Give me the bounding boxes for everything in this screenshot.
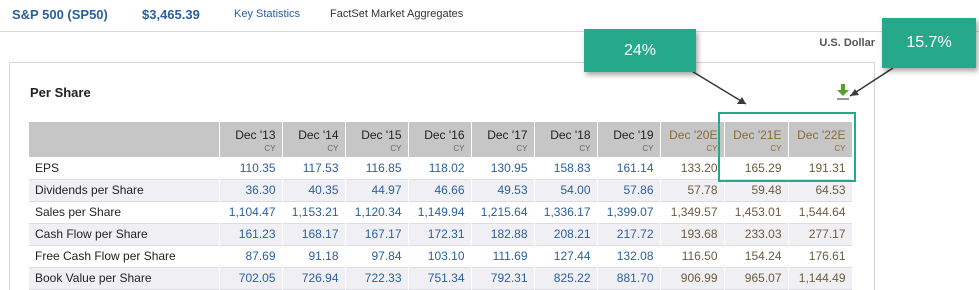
column-header: Dec '16 CY — [408, 122, 472, 157]
row-label: Sales per Share — [29, 201, 220, 223]
table-cell: 1,336.17 — [534, 201, 598, 223]
table-cell: 103.10 — [408, 245, 472, 267]
table-cell-estimate: 1,144.49 — [788, 267, 853, 289]
ticker-symbol: S&P 500 (SP50) — [12, 7, 108, 22]
panel-title: Per Share — [30, 85, 91, 100]
row-label: Book Value per Share — [29, 267, 220, 289]
row-label: Free Cash Flow per Share — [29, 245, 220, 267]
table-cell-estimate: 64.53 — [788, 179, 853, 201]
table-cell: 1,399.07 — [597, 201, 661, 223]
table-cell-estimate: 193.68 — [660, 223, 725, 245]
download-icon[interactable] — [836, 83, 850, 101]
table-cell: 127.44 — [534, 245, 598, 267]
column-header: Dec '14 CY — [282, 122, 346, 157]
table-cell: 1,215.64 — [471, 201, 535, 223]
table-cell: 161.23 — [219, 223, 283, 245]
table-cell: 1,104.47 — [219, 201, 283, 223]
estimate-highlight-box — [718, 112, 856, 182]
table-cell: 46.66 — [408, 179, 472, 201]
table-cell: 168.17 — [282, 223, 346, 245]
table-cell-estimate: 176.61 — [788, 245, 853, 267]
table-cell: 49.53 — [471, 179, 535, 201]
table-row: Sales per Share 1,104.47 1,153.21 1,120.… — [29, 201, 853, 223]
table-cell: 91.18 — [282, 245, 346, 267]
table-row: Dividends per Share 36.30 40.35 44.97 46… — [29, 179, 853, 201]
top-bar: S&P 500 (SP50) $3,465.39 Key Statistics … — [0, 0, 979, 32]
table-cell-estimate: 116.50 — [660, 245, 725, 267]
table-cell: 167.17 — [345, 223, 409, 245]
table-cell-estimate: 1,349.57 — [660, 201, 725, 223]
table-cell-estimate: 965.07 — [724, 267, 789, 289]
table-cell: 1,153.21 — [282, 201, 346, 223]
table-cell-estimate: 233.03 — [724, 223, 789, 245]
column-header: Dec '13 CY — [219, 122, 283, 157]
column-header: Dec '17 CY — [471, 122, 535, 157]
table-cell-estimate: 277.17 — [788, 223, 853, 245]
table-cell: 97.84 — [345, 245, 409, 267]
table-cell: 87.69 — [219, 245, 283, 267]
table-cell: 57.86 — [597, 179, 661, 201]
table-cell: 116.85 — [345, 157, 409, 179]
growth-callout-15-7: 15.7% — [882, 18, 976, 68]
table-cell: 792.31 — [471, 267, 535, 289]
column-header: Dec '19 CY — [597, 122, 661, 157]
table-cell: 881.70 — [597, 267, 661, 289]
table-cell: 702.05 — [219, 267, 283, 289]
table-cell: 208.21 — [534, 223, 598, 245]
table-cell-estimate: 1,544.64 — [788, 201, 853, 223]
table-cell: 36.30 — [219, 179, 283, 201]
table-cell: 751.34 — [408, 267, 472, 289]
table-cell-estimate: 1,453.01 — [724, 201, 789, 223]
column-header: Dec '18 CY — [534, 122, 598, 157]
table-cell-estimate: 133.20 — [660, 157, 725, 179]
header-label-cell — [29, 122, 220, 157]
table-cell: 161.14 — [597, 157, 661, 179]
factset-market-aggregates-link[interactable]: FactSet Market Aggregates — [330, 8, 463, 20]
table-cell: 722.33 — [345, 267, 409, 289]
row-label: Dividends per Share — [29, 179, 220, 201]
table-cell: 111.69 — [471, 245, 535, 267]
table-cell: 130.95 — [471, 157, 535, 179]
index-price: $3,465.39 — [142, 7, 200, 22]
table-cell: 825.22 — [534, 267, 598, 289]
table-cell: 158.83 — [534, 157, 598, 179]
table-cell-estimate: 57.78 — [660, 179, 725, 201]
table-row: Cash Flow per Share 161.23 168.17 167.17… — [29, 223, 853, 245]
row-label: Cash Flow per Share — [29, 223, 220, 245]
row-label: EPS — [29, 157, 220, 179]
table-cell: 1,149.94 — [408, 201, 472, 223]
table-cell: 217.72 — [597, 223, 661, 245]
table-cell: 117.53 — [282, 157, 346, 179]
table-cell-estimate: 906.99 — [660, 267, 725, 289]
table-cell-estimate: 154.24 — [724, 245, 789, 267]
table-cell: 132.08 — [597, 245, 661, 267]
table-cell: 118.02 — [408, 157, 472, 179]
column-header-estimate: Dec '20E CY — [660, 122, 725, 157]
growth-callout-24: 24% — [584, 29, 696, 72]
table-cell: 1,120.34 — [345, 201, 409, 223]
key-statistics-link[interactable]: Key Statistics — [234, 8, 300, 20]
table-cell-estimate: 59.48 — [724, 179, 789, 201]
table-cell: 44.97 — [345, 179, 409, 201]
table-cell: 40.35 — [282, 179, 346, 201]
table-cell: 54.00 — [534, 179, 598, 201]
column-header: Dec '15 CY — [345, 122, 409, 157]
table-cell: 172.31 — [408, 223, 472, 245]
currency-label: U.S. Dollar — [819, 37, 875, 49]
table-row: Free Cash Flow per Share 87.69 91.18 97.… — [29, 245, 853, 267]
table-cell: 182.88 — [471, 223, 535, 245]
table-cell: 726.94 — [282, 267, 346, 289]
table-row: Book Value per Share 702.05 726.94 722.3… — [29, 267, 853, 289]
table-cell: 110.35 — [219, 157, 283, 179]
